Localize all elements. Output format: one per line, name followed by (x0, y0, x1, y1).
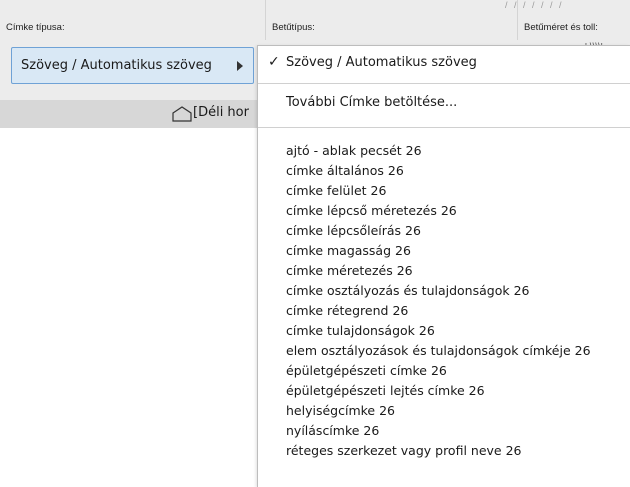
menu-item-label: épületgépészeti címke 26 (286, 363, 447, 378)
column-header-font: Betűtípus: (266, 0, 518, 40)
menu-item-selected[interactable]: ✓ Szöveg / Automatikus szöveg (258, 53, 630, 72)
menu-item[interactable]: épületgépészeti címke 26 (258, 361, 630, 380)
menu-item[interactable]: réteges szerkezet vagy profil neve 26 (258, 441, 630, 460)
menu-item-label: További Címke betöltése... (286, 95, 458, 110)
menu-separator (258, 83, 630, 84)
menu-item[interactable]: címke osztályozás és tulajdonságok 26 (258, 281, 630, 300)
menu-item[interactable]: címke rétegrend 26 (258, 301, 630, 320)
menu-item-label: címke méretezés 26 (286, 263, 413, 278)
menu-item-label: címke lépcső méretezés 26 (286, 203, 457, 218)
menu-item[interactable]: helyiségcímke 26 (258, 401, 630, 420)
menu-item[interactable]: címke magasság 26 (258, 241, 630, 260)
menu-item[interactable]: címke méretezés 26 (258, 261, 630, 280)
menu-item-label: címke általános 26 (286, 163, 404, 178)
menu-item[interactable]: címke lépcső méretezés 26 (258, 201, 630, 220)
menu-item[interactable]: nyíláscímke 26 (258, 421, 630, 440)
home-icon (172, 106, 192, 122)
menu-item[interactable]: elem osztályozások és tulajdonságok címk… (258, 341, 630, 360)
menu-item-label: elem osztályozások és tulajdonságok címk… (286, 343, 591, 358)
menu-item[interactable]: címke általános 26 (258, 161, 630, 180)
story-label: [Déli hor (193, 105, 249, 120)
menu-item-label: ajtó - ablak pecsét 26 (286, 143, 422, 158)
label-type-value: Szöveg / Automatikus szöveg (21, 58, 212, 73)
menu-item[interactable]: címke lépcsőleírás 26 (258, 221, 630, 240)
menu-item-label: épületgépészeti lejtés címke 26 (286, 383, 485, 398)
checkmark-icon: ✓ (268, 54, 280, 70)
menu-item-label: nyíláscímke 26 (286, 423, 380, 438)
menu-item-label: címke felület 26 (286, 183, 387, 198)
menu-item[interactable]: ajtó - ablak pecsét 26 (258, 141, 630, 160)
menu-item[interactable]: címke felület 26 (258, 181, 630, 200)
menu-item[interactable]: címke tulajdonságok 26 (258, 321, 630, 340)
menu-item-label: címke tulajdonságok 26 (286, 323, 435, 338)
menu-item[interactable]: épületgépészeti lejtés címke 26 (258, 381, 630, 400)
menu-item-label: címke rétegrend 26 (286, 303, 409, 318)
menu-item-load-more[interactable]: További Címke betöltése... (258, 93, 630, 112)
menu-item-label: címke osztályozás és tulajdonságok 26 (286, 283, 530, 298)
menu-item-label: helyiségcímke 26 (286, 403, 395, 418)
menu-item-label: címke magasság 26 (286, 243, 411, 258)
label-type-dropdown[interactable]: Szöveg / Automatikus szöveg (11, 47, 254, 84)
column-header-size-and-pen: Betűméret és toll: (524, 22, 598, 33)
column-header-label-type: Címke típusa: (0, 0, 266, 40)
triangle-right-icon (237, 60, 243, 71)
menu-separator (258, 127, 630, 128)
menu-item-label: Szöveg / Automatikus szöveg (286, 55, 477, 70)
menu-item-label: réteges szerkezet vagy profil neve 26 (286, 443, 522, 458)
label-type-popup-menu: ✓ Szöveg / Automatikus szöveg További Cí… (257, 45, 630, 487)
menu-item-label: címke lépcsőleírás 26 (286, 223, 421, 238)
